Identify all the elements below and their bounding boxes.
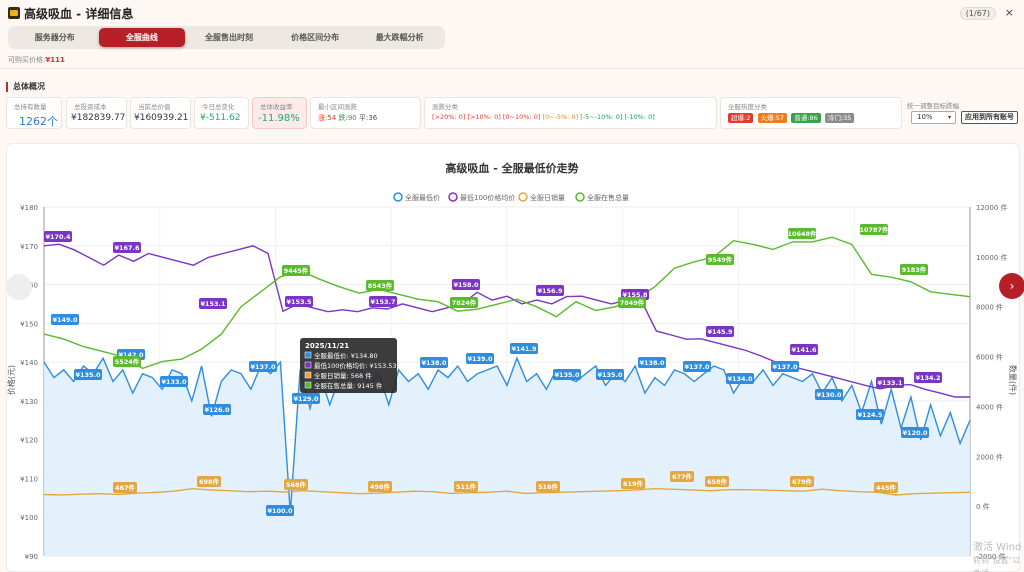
data-label: ¥134.0	[727, 375, 753, 383]
data-label: 516件	[538, 482, 559, 491]
next-item-button[interactable]: ›	[999, 273, 1024, 299]
y-axis-label-left: 价格(元)	[6, 365, 16, 395]
data-label: 498件	[370, 482, 391, 491]
legend-marker-icon	[575, 192, 585, 202]
legend-item: 全服日销量	[530, 193, 565, 202]
y-tick-label-right: 4000 件	[976, 402, 1003, 411]
tooltip-row: 全服在售总量: 9145 件	[314, 381, 383, 390]
data-label: ¥133.1	[877, 379, 903, 387]
price-chart[interactable]: 高级吸血 - 全服最低价走势 全服最低价 最低100价格均价 全服日销量 全服在售总量…	[0, 0, 1024, 572]
y-tick-label-left: ¥170	[20, 243, 38, 251]
series-area-min-price	[44, 358, 970, 556]
data-label: ¥145.9	[707, 328, 733, 336]
tooltip-date: 2025/11/21	[305, 342, 349, 350]
data-label: ¥124.5	[857, 411, 883, 419]
chart-legend[interactable]: 全服最低价 最低100价格均价 全服日销量 全服在售总量	[393, 192, 629, 202]
legend-item: 全服最低价	[405, 193, 440, 202]
activation-watermark: 激活 Wind 转到"设置"以激活 Windows	[973, 541, 1024, 572]
data-label: ¥100.0	[267, 507, 293, 515]
data-label: ¥137.0	[684, 363, 710, 371]
tooltip-row: 最低100价格均价: ¥153.53	[314, 361, 397, 370]
data-label: ¥135.0	[75, 371, 101, 379]
y-tick-label-left: ¥140	[20, 359, 38, 367]
data-label: 7824件	[452, 298, 477, 307]
data-label: ¥120.0	[902, 429, 928, 437]
data-label: ¥167.6	[114, 244, 140, 252]
data-label: 677件	[672, 472, 693, 481]
data-label: ¥133.0	[161, 378, 187, 386]
y-tick-label-left: ¥180	[20, 204, 38, 212]
y-tick-label-left: ¥120	[20, 437, 38, 445]
legend-marker-icon	[393, 192, 403, 202]
tooltip-row: 全服日销量: 568 件	[314, 371, 372, 380]
chart-tooltip: 2025/11/21全服最低价: ¥134.80最低100价格均价: ¥153.…	[300, 338, 397, 393]
data-label: 568件	[286, 480, 307, 489]
data-label: ¥153.5	[286, 298, 312, 306]
data-label: ¥134.2	[915, 374, 940, 382]
legend-marker-icon	[518, 192, 528, 202]
data-label: ¥153.1	[200, 300, 226, 308]
data-label: 9549件	[708, 255, 733, 264]
y-tick-label-right: 10000 件	[976, 253, 1008, 262]
y-axis-label-right: 数量(件)	[1008, 365, 1018, 395]
data-label: 10787件	[859, 225, 889, 234]
legend-marker-icon	[448, 192, 458, 202]
data-label: ¥141.9	[511, 345, 537, 353]
data-label: 8543件	[368, 281, 393, 290]
data-label: ¥129.0	[293, 395, 319, 403]
data-label: 511件	[456, 482, 477, 491]
data-label: ¥153.7	[370, 298, 395, 306]
data-label: 698件	[199, 477, 220, 486]
tooltip-swatch	[304, 371, 312, 379]
data-label: ¥139.0	[467, 355, 493, 363]
tooltip-swatch	[304, 351, 312, 359]
data-label: 658件	[707, 477, 728, 486]
watermark-line: 激活 Wind	[973, 542, 1022, 553]
tooltip-row: 全服最低价: ¥134.80	[314, 351, 378, 360]
data-label: ¥135.0	[597, 371, 623, 379]
tooltip-swatch	[304, 361, 312, 369]
y-tick-label-left: ¥110	[20, 475, 38, 483]
legend-item: 全服在售总量	[587, 193, 629, 202]
data-label: 9445件	[284, 266, 309, 275]
y-tick-label-right: 6000 件	[976, 353, 1003, 362]
chart-title: 高级吸血 - 全服最低价走势	[445, 161, 578, 175]
data-label: 679件	[792, 477, 813, 486]
data-label: 619件	[623, 479, 644, 488]
data-label: ¥170.4	[45, 233, 71, 241]
data-label: ¥130.0	[816, 391, 842, 399]
y-tick-label-left: ¥100	[20, 514, 38, 522]
data-label: 467件	[115, 483, 136, 492]
data-label: ¥141.6	[791, 346, 817, 354]
data-label: 10648件	[787, 229, 817, 238]
y-tick-label-left: ¥130	[20, 398, 38, 406]
data-label: ¥135.0	[554, 371, 580, 379]
data-label: 9183件	[902, 265, 927, 274]
y-tick-label-left: ¥90	[25, 553, 38, 561]
data-label: 5524件	[115, 357, 140, 366]
y-tick-label-right: 8000 件	[976, 303, 1003, 312]
watermark-line: 转到"设置"以激活 Windows	[973, 556, 1021, 572]
data-label: ¥137.0	[772, 363, 798, 371]
data-label: ¥158.0	[453, 281, 479, 289]
tooltip-swatch	[304, 381, 312, 389]
data-label: 445件	[876, 483, 897, 492]
legend-item: 最低100价格均价	[460, 193, 515, 202]
y-tick-label-left: ¥150	[20, 320, 38, 328]
data-label: ¥156.9	[537, 287, 563, 295]
data-label: ¥137.0	[250, 363, 276, 371]
data-label: 7849件	[620, 298, 645, 307]
data-label: ¥138.0	[639, 359, 665, 367]
y-tick-label-right: 0 件	[976, 502, 990, 511]
y-tick-label-right: 2000 件	[976, 452, 1003, 461]
data-label: ¥138.0	[421, 359, 447, 367]
y-tick-label-right: 12000 件	[976, 203, 1008, 212]
prev-item-button[interactable]	[6, 274, 32, 300]
data-label: ¥126.0	[204, 406, 230, 414]
data-label: ¥149.0	[52, 316, 78, 324]
